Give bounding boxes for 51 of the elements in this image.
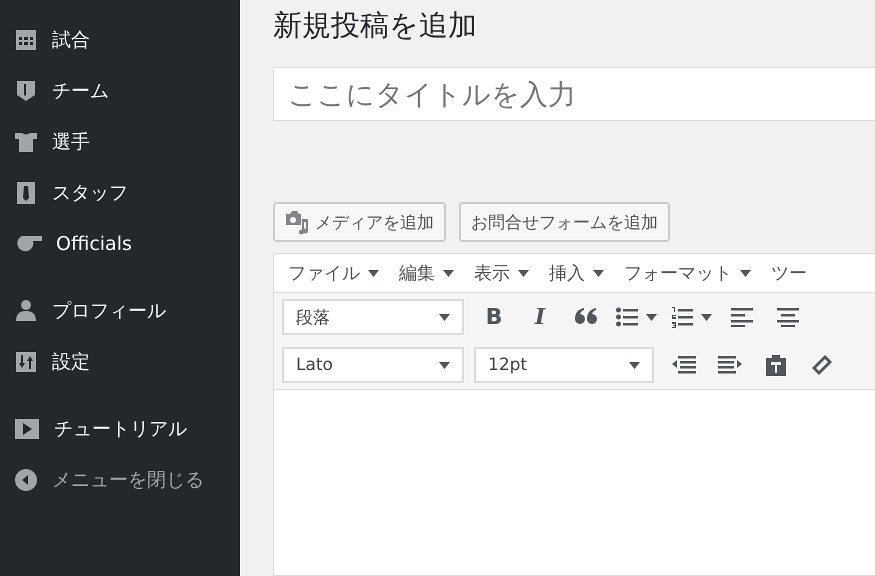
calendar-icon (14, 28, 38, 52)
play-icon (14, 416, 40, 440)
tie-icon (14, 180, 38, 204)
collapse-menu-item[interactable]: メニューを閉じる (0, 454, 240, 505)
caret-icon (443, 270, 454, 276)
caret-icon (701, 314, 712, 320)
editor-menu[interactable]: ファイル (288, 261, 379, 285)
title-field[interactable]: ここにタイトルを入力 (273, 67, 875, 121)
editor-menu[interactable]: 表示 (474, 261, 529, 285)
add-form-button[interactable]: お問合せフォームを追加 (459, 202, 670, 242)
caret-icon (368, 270, 379, 276)
add-media-button[interactable]: メディアを追加 (273, 202, 446, 242)
font-size-select[interactable]: 12pt (474, 347, 654, 383)
user-icon (14, 298, 38, 322)
font-select[interactable]: Lato (282, 347, 464, 383)
camera-music-icon (285, 210, 309, 234)
menu-item[interactable]: 選手 (0, 116, 240, 167)
toolbar-button[interactable]: B (474, 299, 514, 335)
menu-item[interactable]: 試合 (0, 14, 240, 65)
editor-menu[interactable]: 挿入 (549, 261, 604, 285)
menu-item[interactable]: チーム (0, 65, 240, 116)
outdent-icon (672, 355, 696, 375)
page-heading: 新規投稿を追加 (273, 7, 478, 44)
clipboard-icon (765, 354, 787, 376)
editor-menu[interactable]: 編集 (399, 261, 454, 285)
menu-item[interactable]: チュートリアル (0, 403, 240, 454)
menu-item[interactable]: プロフィール (0, 285, 240, 336)
caret-icon (593, 270, 604, 276)
caret-icon (518, 270, 529, 276)
menu-item[interactable]: スタッフ (0, 167, 240, 218)
caret-icon (439, 362, 450, 368)
caret-icon (629, 362, 640, 368)
editor-menu[interactable]: ツー (771, 261, 807, 285)
indent-icon (718, 355, 742, 375)
quote-icon (574, 307, 598, 327)
eraser-icon (811, 354, 833, 376)
caret-icon (439, 314, 450, 320)
italic-button[interactable]: I (520, 299, 560, 335)
numbered-list-icon (671, 306, 693, 328)
editor-menu[interactable]: フォーマット (624, 261, 751, 285)
menu-item[interactable]: 設定 (0, 336, 240, 387)
back-icon (14, 468, 38, 492)
format-select[interactable]: 段落 (282, 299, 464, 335)
menu-item[interactable]: Officials (0, 218, 240, 269)
align-center-icon (777, 307, 799, 327)
bulleted-list-icon (616, 307, 638, 327)
sliders-icon (14, 350, 38, 374)
align-left-icon (731, 307, 753, 327)
shield-icon (14, 78, 38, 102)
caret-icon (646, 314, 657, 320)
caret-icon (740, 270, 751, 276)
